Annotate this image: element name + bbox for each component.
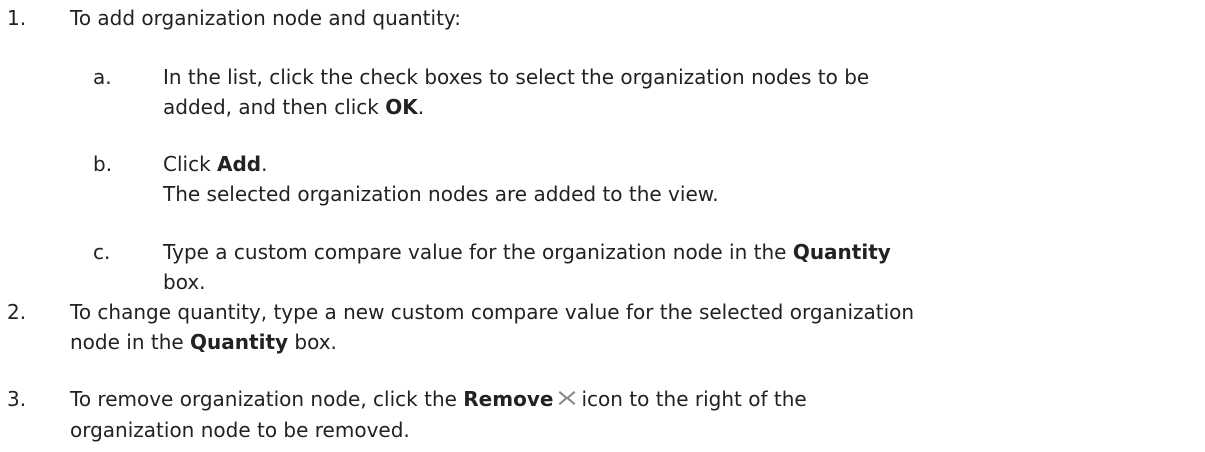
substep-line: In the list, click the check boxes to se…: [163, 65, 870, 89]
step-number: 3.: [7, 387, 27, 411]
text-run: Click: [163, 152, 218, 176]
substep-line: Click Add.: [163, 149, 1191, 179]
text-run: .: [261, 152, 268, 176]
remove-x-icon: [557, 385, 577, 415]
bold-ok: OK: [385, 95, 418, 119]
step-line: node in the Quantity box.: [70, 327, 1191, 357]
substep-letter: a.: [93, 65, 112, 89]
text-run: icon to the right of the: [581, 387, 807, 411]
substep-letter: b.: [93, 152, 113, 176]
step-text: To change quantity, type a new custom co…: [70, 297, 1191, 357]
substep-line: box.: [163, 270, 206, 294]
text-run: Type a custom compare value for the orga…: [163, 240, 793, 264]
substep-text: Type a custom compare value for the orga…: [163, 237, 1191, 297]
step-text: To add organization node and quantity:: [70, 6, 462, 30]
bold-quantity: Quantity: [190, 330, 289, 354]
substep-text: Click Add. The selected organization nod…: [163, 149, 1191, 209]
step-line: organization node to be removed.: [70, 418, 410, 442]
substep-line: added, and then click OK.: [163, 92, 1191, 122]
step-number: 1.: [7, 6, 27, 30]
substep-text: In the list, click the check boxes to se…: [163, 62, 1191, 122]
step-line: To change quantity, type a new custom co…: [70, 300, 915, 324]
bold-add: Add: [217, 152, 262, 176]
substep-line: The selected organization nodes are adde…: [163, 182, 719, 206]
text-run: added, and then click: [163, 95, 386, 119]
substep-line: Type a custom compare value for the orga…: [163, 237, 1191, 267]
bold-remove: Remove: [463, 387, 554, 411]
substep-letter: c.: [93, 240, 111, 264]
step-text: To remove organization node, click the R…: [70, 384, 1191, 445]
step-line: To remove organization node, click the R…: [70, 384, 1191, 415]
text-run: To remove organization node, click the: [70, 387, 464, 411]
bold-quantity: Quantity: [792, 240, 891, 264]
text-run: .: [417, 95, 425, 119]
text-run: node in the: [70, 330, 191, 354]
text-run: box.: [288, 330, 337, 354]
step-number: 2.: [7, 300, 27, 324]
